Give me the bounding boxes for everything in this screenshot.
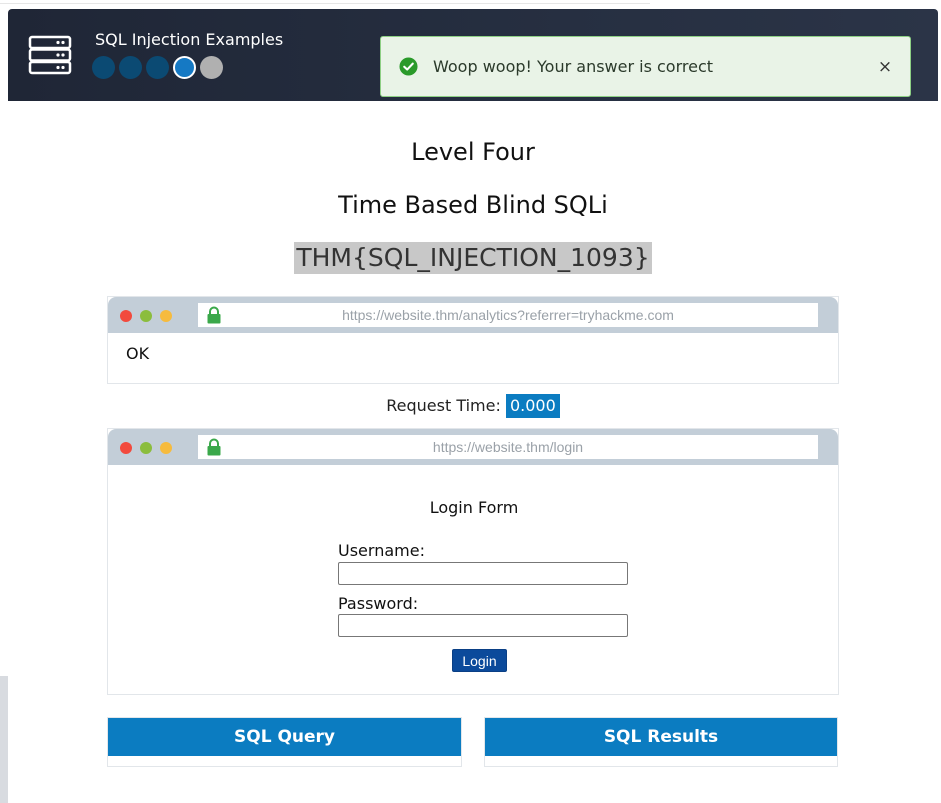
lock-icon [207, 438, 221, 456]
address-bar[interactable]: https://website.thm/analytics?referrer=t… [198, 303, 818, 327]
level-dot-5[interactable] [200, 56, 223, 79]
close-dot-icon [120, 310, 132, 322]
level-progress [92, 56, 223, 79]
analytics-browser-window: https://website.thm/analytics?referrer=t… [107, 296, 839, 384]
server-icon [28, 35, 72, 75]
address-bar[interactable]: https://website.thm/login [198, 435, 818, 459]
password-label: Password: [338, 594, 419, 613]
login-browser-window: https://website.thm/login Login Form Use… [107, 428, 839, 695]
level-dot-3[interactable] [146, 56, 169, 79]
sql-results-panel: SQL Results [484, 717, 838, 767]
minimize-dot-icon [140, 310, 152, 322]
lock-icon [207, 306, 221, 324]
level-heading: Level Four [411, 138, 535, 166]
analytics-response: OK [126, 344, 150, 363]
maximize-dot-icon [160, 310, 172, 322]
request-time-label: Request Time: [386, 396, 501, 415]
top-divider [0, 0, 650, 4]
level-subheading: Time Based Blind SQLi [338, 191, 608, 219]
app-title: SQL Injection Examples [95, 30, 284, 49]
sql-query-panel: SQL Query [107, 717, 462, 767]
top-strip [0, 0, 941, 9]
toast-message: Woop woop! Your answer is correct [433, 57, 714, 76]
check-circle-icon [399, 57, 418, 76]
sql-query-title: SQL Query [108, 718, 461, 756]
close-dot-icon [120, 442, 132, 454]
minimize-dot-icon [140, 442, 152, 454]
browser-toolbar: https://website.thm/analytics?referrer=t… [108, 297, 838, 333]
password-input[interactable] [338, 614, 628, 637]
maximize-dot-icon [160, 442, 172, 454]
username-input[interactable] [338, 562, 628, 585]
username-label: Username: [338, 541, 425, 560]
flag-text: THM{SQL_INJECTION_1093} [294, 242, 652, 274]
request-time-value: 0.000 [505, 394, 560, 418]
login-button[interactable]: Login [452, 649, 507, 672]
level-dot-1[interactable] [92, 56, 115, 79]
success-toast: Woop woop! Your answer is correct × [380, 36, 911, 97]
flag-container: THM{SQL_INJECTION_1093} [0, 242, 941, 274]
level-dot-2[interactable] [119, 56, 142, 79]
left-scroll-track[interactable] [0, 676, 8, 803]
login-form-title: Login Form [429, 498, 519, 517]
browser-toolbar: https://website.thm/login [108, 429, 838, 465]
level-dot-4-current[interactable] [173, 56, 196, 79]
request-time: Request Time: 0.000 [0, 394, 941, 418]
toast-close-button[interactable]: × [877, 58, 893, 76]
sql-results-title: SQL Results [485, 718, 837, 756]
